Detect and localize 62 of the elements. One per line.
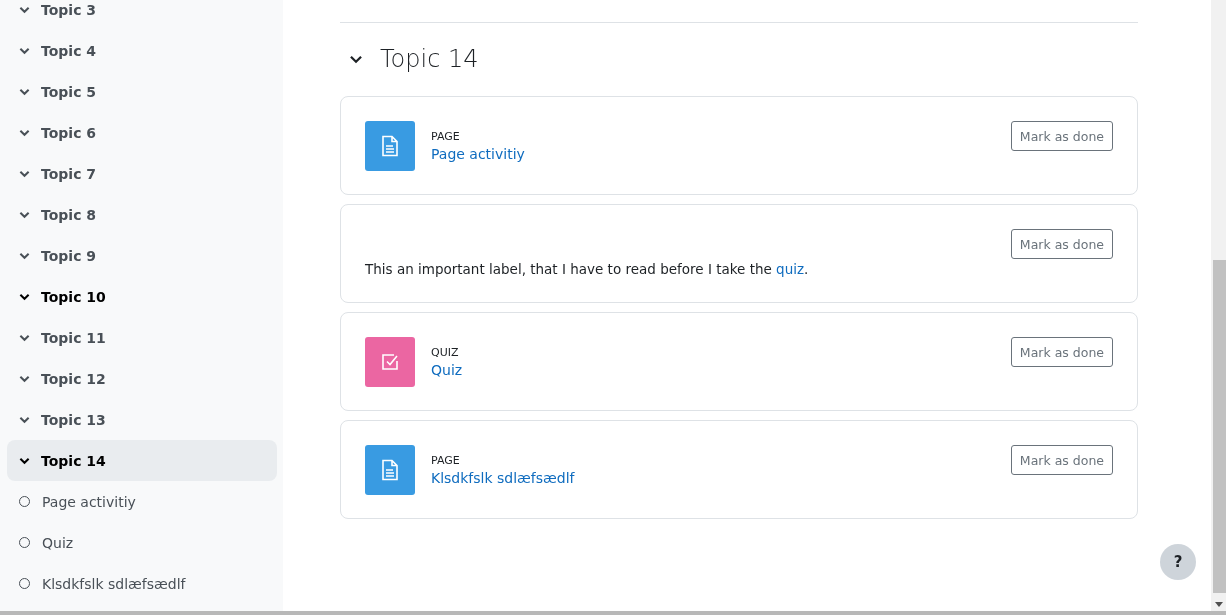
section-label: Topic 3 xyxy=(41,1,97,18)
activity-type-label: PAGE xyxy=(431,453,461,467)
sidebar-section-item[interactable]: Topic 6 xyxy=(7,112,277,153)
help-button[interactable]: ? xyxy=(1160,544,1196,580)
chevron-down-icon[interactable] xyxy=(19,46,30,55)
scroll-down-arrow-icon[interactable] xyxy=(1215,602,1223,607)
chevron-down-icon[interactable] xyxy=(19,415,30,424)
activity-type-label: QUIZ xyxy=(431,345,460,359)
section-label: Topic 10 xyxy=(41,288,106,305)
chevron-down-icon[interactable] xyxy=(19,169,30,178)
sidebar-section-item[interactable]: Topic 5 xyxy=(7,71,277,112)
section-label: Topic 4 xyxy=(41,42,97,59)
sidebar-section-item[interactable]: Topic 12 xyxy=(7,358,277,399)
activity-label: Klsdkfslk sdlæfsædlf xyxy=(42,575,186,592)
section-title: Topic 14 xyxy=(380,45,479,73)
chevron-down-icon[interactable] xyxy=(19,374,30,383)
checkbox-icon xyxy=(365,336,415,387)
chevron-down-icon[interactable] xyxy=(19,456,30,465)
sidebar-section-item[interactable]: Topic 13 xyxy=(7,399,277,440)
section-label: Topic 14 xyxy=(41,452,106,469)
sidebar-section-item[interactable]: Topic 14 xyxy=(7,440,277,481)
label-text: This an important label, that I have to read before I take the quiz. xyxy=(365,261,809,277)
activity-link[interactable]: Klsdkfslk sdlæfsædlf xyxy=(431,469,575,486)
section-label: Topic 6 xyxy=(41,124,97,141)
mark-as-done-button[interactable]: Mark as done xyxy=(1010,445,1113,475)
chevron-down-icon[interactable] xyxy=(19,333,30,342)
chevron-down-icon[interactable] xyxy=(19,251,30,260)
document-icon xyxy=(365,444,415,495)
sidebar-section-item[interactable]: Topic 3 xyxy=(7,0,277,30)
mark-as-done-button[interactable]: Mark as done xyxy=(1010,121,1113,151)
sidebar-section-item[interactable]: Topic 9 xyxy=(7,235,277,276)
section-label: Topic 11 xyxy=(41,329,106,346)
activity-link[interactable]: Quiz xyxy=(431,361,463,378)
section-label: Topic 9 xyxy=(41,247,97,264)
mark-as-done-button[interactable]: Mark as done xyxy=(1010,337,1113,367)
chevron-down-icon[interactable] xyxy=(19,87,30,96)
activity-link[interactable]: Page activitiy xyxy=(7,481,277,522)
chevron-down-icon[interactable] xyxy=(19,292,30,301)
chevron-down-icon[interactable] xyxy=(19,210,30,219)
activity-label: Page activitiy xyxy=(42,493,136,510)
section-label: Topic 7 xyxy=(41,165,97,182)
chevron-down-icon[interactable] xyxy=(19,128,30,137)
section-label: Topic 13 xyxy=(41,411,106,428)
scrollbar[interactable] xyxy=(1211,0,1226,611)
activity-link[interactable]: Klsdkfslk sdlæfsædlf xyxy=(7,563,277,604)
sidebar-section-item[interactable]: Topic 7 xyxy=(7,153,277,194)
section-label: Topic 12 xyxy=(41,370,106,387)
chevron-down-icon[interactable] xyxy=(19,5,30,14)
document-icon xyxy=(365,120,415,171)
sidebar-section-item[interactable]: Topic 8 xyxy=(7,194,277,235)
sidebar-section-item[interactable]: Topic 11 xyxy=(7,317,277,358)
activity-link[interactable]: Quiz xyxy=(7,522,277,563)
section-label: Topic 8 xyxy=(41,206,97,223)
sidebar-section-item[interactable]: Topic 4 xyxy=(7,30,277,71)
chevron-down-icon[interactable] xyxy=(349,54,363,64)
activity-label: Quiz xyxy=(42,534,74,551)
scrollbar-thumb[interactable] xyxy=(1213,260,1226,593)
activity-link[interactable]: Page activitiy xyxy=(431,145,525,162)
activity-type-label: PAGE xyxy=(431,129,461,143)
mark-as-done-button[interactable]: Mark as done xyxy=(1010,229,1113,259)
sidebar-section-item[interactable]: Topic 10 xyxy=(7,276,277,317)
section-label: Topic 5 xyxy=(41,83,97,100)
